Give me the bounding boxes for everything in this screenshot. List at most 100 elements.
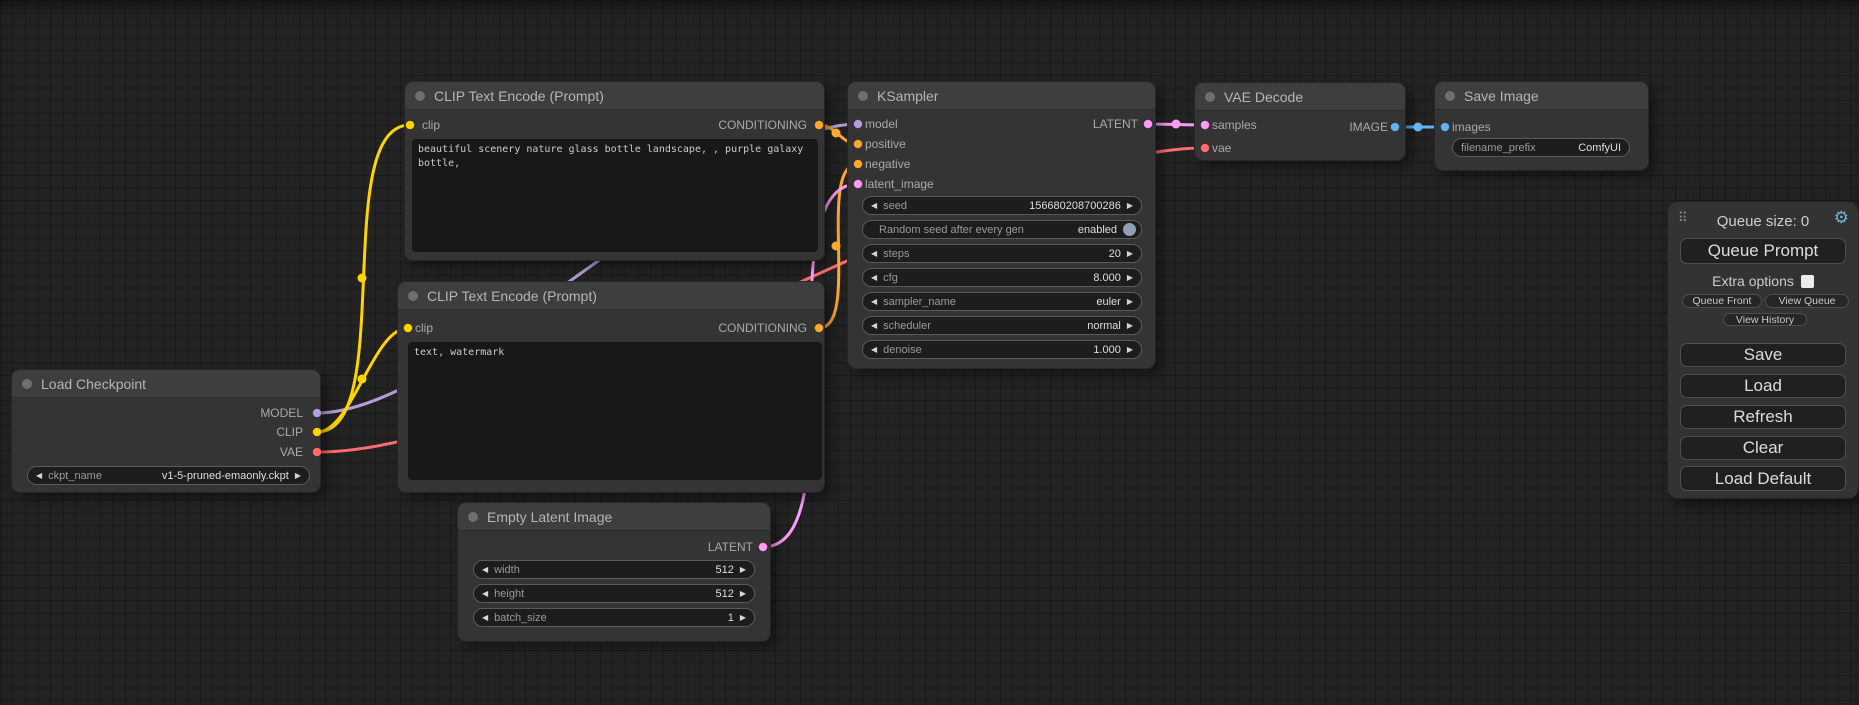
node-save-image[interactable]: Save Image images filename_prefix ComfyU… <box>1435 82 1648 170</box>
seed-widget[interactable]: ◀ seed 156680208700286 ▶ <box>862 196 1142 215</box>
widget-label: sampler_name <box>883 296 956 308</box>
node-title: VAE Decode <box>1224 89 1303 105</box>
node-ksampler[interactable]: KSampler model positive negative latent_… <box>848 82 1155 368</box>
extra-options-checkbox[interactable] <box>1801 275 1814 288</box>
refresh-button[interactable]: Refresh <box>1680 405 1846 429</box>
queue-front-button[interactable]: Queue Front <box>1682 294 1762 308</box>
input-label-model: model <box>865 116 898 132</box>
node-title-bar[interactable]: Empty Latent Image <box>458 503 770 531</box>
graph-canvas[interactable]: Load Checkpoint MODEL CLIP VAE ◀ ckpt_na… <box>0 0 1859 705</box>
node-load-checkpoint[interactable]: Load Checkpoint MODEL CLIP VAE ◀ ckpt_na… <box>12 370 320 492</box>
node-title-bar[interactable]: CLIP Text Encode (Prompt) <box>398 282 824 310</box>
link-midpoint-dot <box>832 242 841 251</box>
queue-size-label: Queue size: 0 <box>1668 213 1858 230</box>
collapse-dot-icon[interactable] <box>468 512 478 522</box>
node-clip-text-encode-positive[interactable]: CLIP Text Encode (Prompt) clip CONDITION… <box>405 82 824 260</box>
output-label-conditioning: CONDITIONING <box>718 117 807 133</box>
stepper-right-icon[interactable]: ▶ <box>740 614 746 622</box>
stepper-right-icon[interactable]: ▶ <box>1127 298 1133 306</box>
node-title-bar[interactable]: Load Checkpoint <box>12 370 320 398</box>
node-title-bar[interactable]: KSampler <box>848 82 1155 110</box>
widget-label: filename_prefix <box>1461 142 1536 154</box>
widget-value: enabled <box>1078 224 1117 236</box>
input-label-clip: clip <box>415 320 433 336</box>
stepper-left-icon[interactable]: ◀ <box>871 346 877 354</box>
collapse-dot-icon[interactable] <box>1205 92 1215 102</box>
input-label-negative: negative <box>865 156 910 172</box>
widget-label: seed <box>883 200 907 212</box>
node-clip-text-encode-negative[interactable]: CLIP Text Encode (Prompt) clip CONDITION… <box>398 282 824 492</box>
stepper-left-icon[interactable]: ◀ <box>36 472 42 480</box>
stepper-left-icon[interactable]: ◀ <box>482 590 488 598</box>
stepper-right-icon[interactable]: ▶ <box>1127 274 1133 282</box>
clear-button[interactable]: Clear <box>1680 436 1846 460</box>
extra-options-label: Extra options <box>1712 273 1794 289</box>
width-widget[interactable]: ◀ width 512 ▶ <box>473 560 755 579</box>
view-history-button[interactable]: View History <box>1723 313 1807 326</box>
link-midpoint-dot <box>1414 123 1423 132</box>
ckpt-name-widget[interactable]: ◀ ckpt_name v1-5-pruned-emaonly.ckpt ▶ <box>27 466 310 485</box>
node-title: KSampler <box>877 88 938 104</box>
denoise-widget[interactable]: ◀ denoise 1.000 ▶ <box>862 340 1142 359</box>
stepper-left-icon[interactable]: ◀ <box>482 614 488 622</box>
stepper-right-icon[interactable]: ▶ <box>295 472 301 480</box>
stepper-right-icon[interactable]: ▶ <box>1127 202 1133 210</box>
node-title: Empty Latent Image <box>487 509 612 525</box>
widget-value: 156680208700286 <box>1029 200 1121 212</box>
gear-icon[interactable]: ⚙ <box>1834 208 1849 228</box>
widget-value: v1-5-pruned-emaonly.ckpt <box>162 470 289 482</box>
widget-value: normal <box>1087 320 1121 332</box>
load-button[interactable]: Load <box>1680 374 1846 398</box>
collapse-dot-icon[interactable] <box>22 379 32 389</box>
collapse-dot-icon[interactable] <box>415 91 425 101</box>
save-button[interactable]: Save <box>1680 343 1846 367</box>
cfg-widget[interactable]: ◀ cfg 8.000 ▶ <box>862 268 1142 287</box>
node-title: CLIP Text Encode (Prompt) <box>434 88 604 104</box>
scheduler-widget[interactable]: ◀ scheduler normal ▶ <box>862 316 1142 335</box>
node-empty-latent-image[interactable]: Empty Latent Image LATENT ◀ width 512 ▶ … <box>458 503 770 641</box>
view-queue-button[interactable]: View Queue <box>1765 294 1849 308</box>
widget-value: euler <box>1096 296 1120 308</box>
widget-label: steps <box>883 248 909 260</box>
node-title-bar[interactable]: Save Image <box>1435 82 1648 110</box>
output-label-vae: VAE <box>280 444 303 460</box>
stepper-right-icon[interactable]: ▶ <box>740 590 746 598</box>
collapse-dot-icon[interactable] <box>408 291 418 301</box>
input-label-images: images <box>1452 119 1491 135</box>
load-default-button[interactable]: Load Default <box>1680 466 1846 491</box>
steps-widget[interactable]: ◀ steps 20 ▶ <box>862 244 1142 263</box>
filename-prefix-widget[interactable]: filename_prefix ComfyUI <box>1452 138 1630 157</box>
random-seed-toggle-widget[interactable]: Random seed after every gen enabled <box>862 220 1142 239</box>
node-title-bar[interactable]: VAE Decode <box>1195 83 1405 111</box>
wire-clip-positive <box>317 125 410 432</box>
widget-label: width <box>494 564 520 576</box>
stepper-left-icon[interactable]: ◀ <box>871 202 877 210</box>
node-vae-decode[interactable]: VAE Decode samples vae IMAGE <box>1195 83 1405 160</box>
queue-panel[interactable]: ⠿ Queue size: 0 ⚙ Queue Prompt Extra opt… <box>1668 202 1858 498</box>
node-title: Save Image <box>1464 88 1539 104</box>
stepper-right-icon[interactable]: ▶ <box>740 566 746 574</box>
negative-prompt-textarea[interactable]: text, watermark <box>408 342 822 480</box>
queue-prompt-button[interactable]: Queue Prompt <box>1680 238 1846 264</box>
node-title-bar[interactable]: CLIP Text Encode (Prompt) <box>405 82 824 110</box>
widget-value: 8.000 <box>1093 272 1121 284</box>
stepper-left-icon[interactable]: ◀ <box>482 566 488 574</box>
stepper-right-icon[interactable]: ▶ <box>1127 250 1133 258</box>
collapse-dot-icon[interactable] <box>858 91 868 101</box>
collapse-dot-icon[interactable] <box>1445 91 1455 101</box>
height-widget[interactable]: ◀ height 512 ▶ <box>473 584 755 603</box>
sampler-name-widget[interactable]: ◀ sampler_name euler ▶ <box>862 292 1142 311</box>
stepper-left-icon[interactable]: ◀ <box>871 250 877 258</box>
batch-size-widget[interactable]: ◀ batch_size 1 ▶ <box>473 608 755 627</box>
toggle-dot-icon[interactable] <box>1123 223 1136 236</box>
stepper-right-icon[interactable]: ▶ <box>1127 346 1133 354</box>
input-label-clip: clip <box>422 117 440 133</box>
widget-label: batch_size <box>494 612 547 624</box>
stepper-left-icon[interactable]: ◀ <box>871 322 877 330</box>
stepper-left-icon[interactable]: ◀ <box>871 298 877 306</box>
widget-value: 1.000 <box>1093 344 1121 356</box>
node-title: CLIP Text Encode (Prompt) <box>427 288 597 304</box>
positive-prompt-textarea[interactable]: beautiful scenery nature glass bottle la… <box>412 139 818 252</box>
stepper-left-icon[interactable]: ◀ <box>871 274 877 282</box>
stepper-right-icon[interactable]: ▶ <box>1127 322 1133 330</box>
